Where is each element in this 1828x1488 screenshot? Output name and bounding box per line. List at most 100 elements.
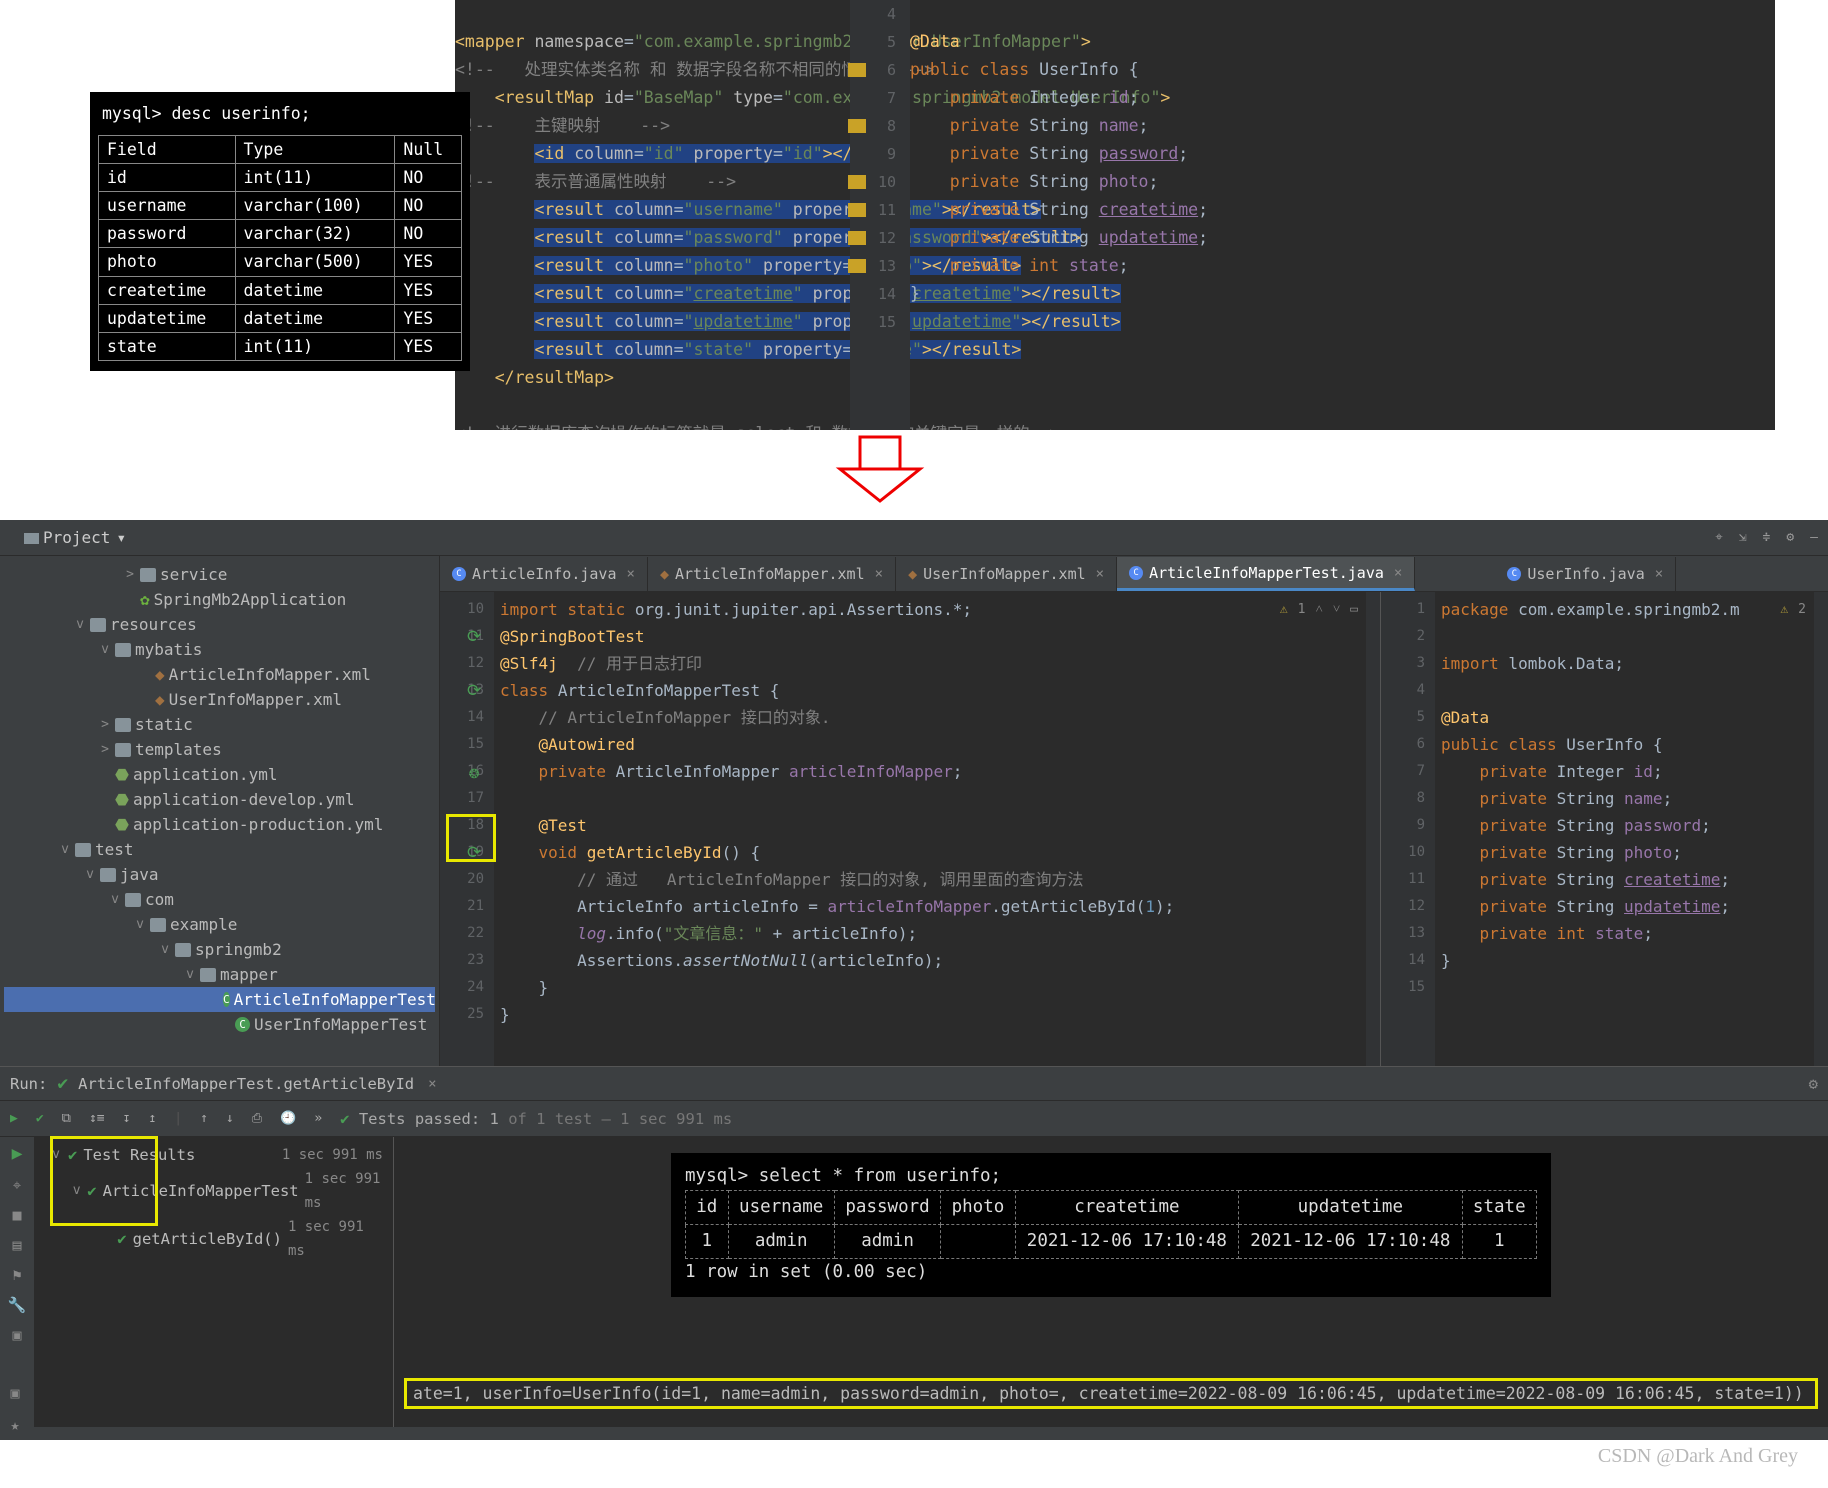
tree-item-label: service xyxy=(160,563,227,587)
close-tab-icon[interactable]: × xyxy=(875,566,883,582)
tree-item[interactable]: >templates xyxy=(4,737,435,762)
tree-item[interactable]: vmybatis xyxy=(4,637,435,662)
close-tab-icon[interactable]: × xyxy=(1394,565,1402,581)
userinfo-java-top: @Data public class UserInfo { private In… xyxy=(910,0,1320,430)
right-gutter: 123456789101112131415 xyxy=(1381,592,1435,1066)
warning-count-right: 2 xyxy=(1798,596,1806,623)
tab-label: ArticleInfo.java xyxy=(472,565,617,583)
target-icon[interactable]: ⌖ xyxy=(1715,530,1722,545)
editor-tabs: CArticleInfo.java×◆ArticleInfoMapper.xml… xyxy=(440,556,1828,592)
tree-item[interactable]: vexample xyxy=(4,912,435,937)
editor-tab[interactable]: CArticleInfoMapperTest.java× xyxy=(1117,557,1415,591)
run-header: Run: ✔ ArticleInfoMapperTest.getArticleB… xyxy=(0,1067,1828,1101)
tree-item[interactable]: vresources xyxy=(4,612,435,637)
popup-icon[interactable]: ▭ xyxy=(1350,596,1358,623)
rerun-icon[interactable]: ▶ xyxy=(10,1111,18,1126)
spring-icon: ❂ xyxy=(469,760,479,787)
close-tab-icon[interactable]: × xyxy=(627,566,635,582)
tree-item[interactable]: vjava xyxy=(4,862,435,887)
down-arrow-icon xyxy=(820,435,940,505)
run-test-icon[interactable]: ⟳ xyxy=(467,840,481,867)
run-marker-icon[interactable]: ⟳ xyxy=(467,678,481,705)
tree-item[interactable]: ◆ArticleInfoMapper.xml xyxy=(4,662,435,687)
nav-down-icon[interactable]: ˅ xyxy=(1333,596,1340,623)
tree-item[interactable]: CUserInfoMapperTest xyxy=(4,1012,435,1037)
test-editor[interactable]: 10111213141516171819202122232425 ⟳ ⟳ ❂ ⟳… xyxy=(440,592,1380,1066)
passed-count: 1 xyxy=(490,1110,499,1128)
test-result-time: 1 sec 991 ms xyxy=(288,1215,387,1263)
tree-item-label: static xyxy=(135,713,193,737)
photo-icon[interactable]: ▣ xyxy=(12,1326,21,1344)
run-gear-icon[interactable]: ⚙ xyxy=(1809,1075,1818,1093)
test-result-label: ArticleInfoMapperTest xyxy=(103,1179,299,1203)
log-output-highlight: ate=1, userInfo=UserInfo(id=1, name=admi… xyxy=(404,1378,1818,1409)
expand-all-icon[interactable]: ↧ xyxy=(123,1111,131,1126)
sort-icon[interactable]: ↕≡ xyxy=(89,1111,105,1126)
next-icon[interactable]: ↓ xyxy=(226,1111,234,1126)
debug-icon[interactable]: ⌖ xyxy=(13,1176,21,1194)
project-tree[interactable]: >service✿SpringMb2Applicationvresourcesv… xyxy=(0,556,440,1066)
tree-item-label: example xyxy=(170,913,237,937)
test-result-row[interactable]: ✔getArticleById()1 sec 991 ms xyxy=(40,1215,387,1263)
warning-icon: ⚠ xyxy=(1280,596,1288,623)
export-icon[interactable]: ⎙ xyxy=(252,1111,262,1126)
structure-icon[interactable]: ▣ xyxy=(10,1384,19,1402)
project-label: Project xyxy=(43,528,110,547)
editor-tab[interactable]: CUserInfo.java× xyxy=(1495,557,1676,591)
tab-label: UserInfoMapper.xml xyxy=(923,565,1086,583)
prev-icon[interactable]: ↑ xyxy=(200,1111,208,1126)
layout-icon[interactable]: ▤ xyxy=(12,1236,21,1254)
editor-tab[interactable]: ◆ArticleInfoMapper.xml× xyxy=(648,557,896,591)
run-class-icon[interactable]: ⟳ xyxy=(467,624,481,651)
tree-item[interactable]: ⬣application-develop.yml xyxy=(4,787,435,812)
collapse-all-icon[interactable]: ↥ xyxy=(148,1111,156,1126)
tree-item[interactable]: vspringmb2 xyxy=(4,937,435,962)
collapse-icon[interactable]: ≑ xyxy=(1763,530,1771,545)
editor-tab[interactable]: CArticleInfo.java× xyxy=(440,557,648,591)
play-icon[interactable]: ▶ xyxy=(12,1143,23,1164)
toggle-pass-icon[interactable]: ✔ xyxy=(36,1111,44,1126)
test-results-tree[interactable]: v✔Test Results1 sec 991 msv✔ArticleInfoM… xyxy=(34,1137,394,1427)
run-panel: Run: ✔ ArticleInfoMapperTest.getArticleB… xyxy=(0,1066,1828,1427)
left-tool-strip-bottom: ▣ ★ xyxy=(0,1384,30,1440)
wrench-icon[interactable]: 🔧 xyxy=(8,1296,27,1314)
tree-item[interactable]: ⬣application.yml xyxy=(4,762,435,787)
userinfo-code-area: package com.example.springmb2.m import l… xyxy=(1441,596,1808,974)
test-result-row[interactable]: v✔ArticleInfoMapperTest1 sec 991 ms xyxy=(40,1167,387,1215)
nav-up-icon[interactable]: ˄ xyxy=(1315,596,1322,623)
gear-icon[interactable]: ⚙ xyxy=(1786,530,1794,545)
tree-item-label: mybatis xyxy=(135,638,202,662)
tab-label: UserInfo.java xyxy=(1527,565,1644,583)
ide-body: >service✿SpringMb2Applicationvresourcesv… xyxy=(0,556,1828,1066)
tree-item[interactable]: vcom xyxy=(4,887,435,912)
pin-icon[interactable]: ⚑ xyxy=(12,1266,21,1284)
more-icon[interactable]: » xyxy=(314,1111,322,1126)
expand-icon[interactable]: ⇲ xyxy=(1739,530,1747,545)
close-tab-icon[interactable]: × xyxy=(1096,566,1104,582)
tree-item-label: application-develop.yml xyxy=(133,788,355,812)
close-tab-icon[interactable]: × xyxy=(1655,566,1663,582)
comment-line-3: <!-- 表示普通属性映射 --> xyxy=(455,172,736,191)
favorites-icon[interactable]: ★ xyxy=(10,1416,19,1434)
editor-tab[interactable]: ◆UserInfoMapper.xml× xyxy=(896,557,1117,591)
tree-item[interactable]: CArticleInfoMapperTest xyxy=(4,987,435,1012)
tree-item[interactable]: ✿SpringMb2Application xyxy=(4,587,435,612)
project-dropdown[interactable]: Project ▾ xyxy=(43,528,126,547)
close-run-tab-icon[interactable]: × xyxy=(428,1076,436,1092)
filter-icon[interactable]: ⧉ xyxy=(62,1111,71,1126)
tree-item-label: templates xyxy=(135,738,222,762)
data-annotation: @Data xyxy=(910,32,960,51)
history-icon[interactable]: 🕘 xyxy=(280,1111,296,1126)
stop-icon[interactable]: ■ xyxy=(12,1206,21,1224)
run-console[interactable]: mysql> select * from userinfo; idusernam… xyxy=(394,1137,1828,1427)
test-result-row[interactable]: v✔Test Results1 sec 991 ms xyxy=(40,1143,387,1167)
tree-item[interactable]: >static xyxy=(4,712,435,737)
tree-item[interactable]: vtest xyxy=(4,837,435,862)
tree-item[interactable]: vmapper xyxy=(4,962,435,987)
hide-icon[interactable]: — xyxy=(1810,530,1818,545)
userinfo-editor[interactable]: 123456789101112131415 package com.exampl… xyxy=(1380,592,1828,1066)
tree-item[interactable]: >service xyxy=(4,562,435,587)
tree-item[interactable]: ◆UserInfoMapper.xml xyxy=(4,687,435,712)
tree-item-label: application-production.yml xyxy=(133,813,383,837)
tree-item[interactable]: ⬣application-production.yml xyxy=(4,812,435,837)
